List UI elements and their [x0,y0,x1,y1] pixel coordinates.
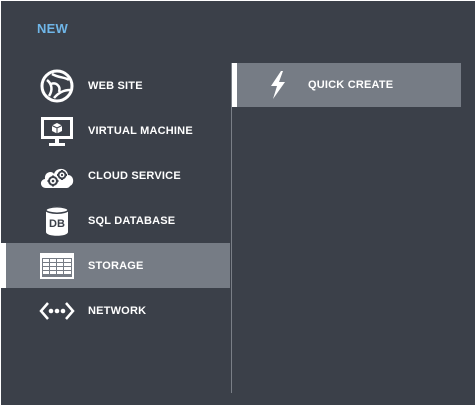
menu-item-sql-database[interactable]: DB SQL DATABASE [1,198,230,243]
menu-item-network[interactable]: NETWORK [1,288,230,333]
network-icon [39,293,75,329]
database-icon: DB [39,203,75,239]
menu-item-label: NETWORK [88,304,147,317]
menu-item-cloud-service[interactable]: CLOUD SERVICE [1,153,230,198]
globe-icon [39,68,75,104]
storage-options-menu: QUICK CREATE [232,63,461,107]
menu-item-quick-create[interactable]: QUICK CREATE [232,63,461,107]
new-header: NEW [37,21,68,36]
menu-item-label: VIRTUAL MACHINE [88,124,193,137]
menu-item-virtual-machine[interactable]: VIRTUAL MACHINE [1,108,230,153]
sub-item-label: QUICK CREATE [308,79,394,91]
menu-item-storage[interactable]: STORAGE [1,243,230,288]
menu-item-label: CLOUD SERVICE [88,169,181,182]
monitor-icon [39,113,75,149]
lightning-bolt-icon [266,70,290,100]
storage-table-icon [39,248,75,284]
cloud-gears-icon [39,158,75,194]
menu-item-label: SQL DATABASE [88,214,176,227]
menu-item-web-site[interactable]: WEB SITE [1,63,230,108]
svg-text:DB: DB [49,218,65,230]
panel-divider [231,63,232,393]
new-panel: NEW WEB SITE VIRTUAL MACHINE CLOUD SERVI… [1,1,475,405]
new-category-menu: WEB SITE VIRTUAL MACHINE CLOUD SERVICE D… [1,63,230,333]
menu-item-label: WEB SITE [88,79,143,92]
menu-item-label: STORAGE [88,259,144,272]
